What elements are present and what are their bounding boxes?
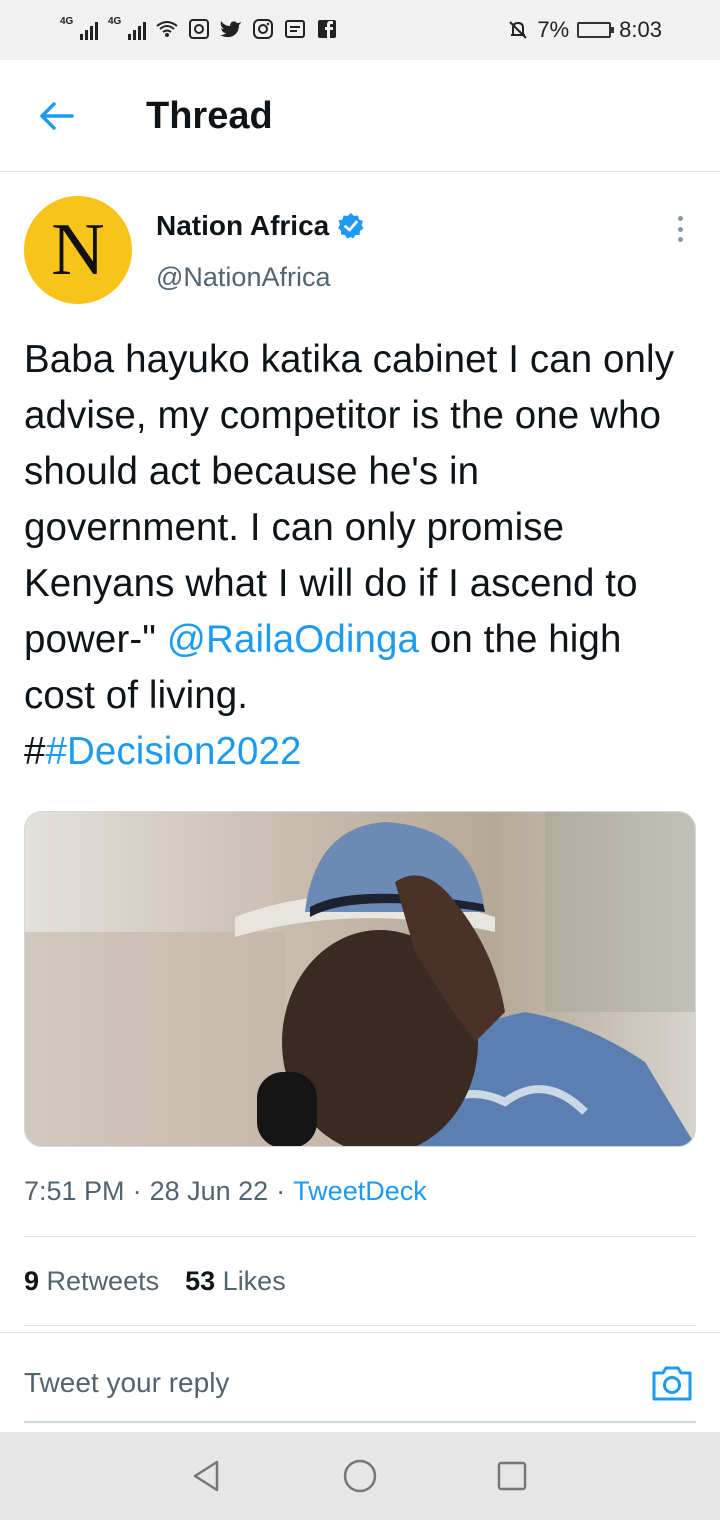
thread-header: Thread	[0, 60, 720, 172]
status-icons-right: 7% 8:03	[507, 17, 662, 43]
more-dot-icon	[677, 216, 683, 221]
more-options-button[interactable]	[666, 212, 694, 246]
instagram-notification-icon	[252, 18, 274, 40]
nav-home-icon	[343, 1459, 377, 1493]
divider	[24, 1325, 696, 1326]
battery-icon	[577, 22, 615, 38]
tweet-photo[interactable]	[24, 811, 696, 1147]
photo-illustration	[25, 812, 695, 1146]
hashtag-link[interactable]: #Decision2022	[46, 730, 302, 773]
reply-bar: Tweet your reply	[0, 1332, 720, 1432]
likes-label: Likes	[222, 1266, 286, 1296]
signal-icon-2: 4G	[108, 16, 146, 40]
retweets-count: 9	[24, 1266, 40, 1296]
divider	[24, 1236, 696, 1237]
status-icons-left: 4G 4G	[60, 16, 338, 40]
system-nav-bar	[0, 1432, 720, 1520]
tweet-date: 28 Jun 22	[149, 1176, 269, 1206]
network-type: 4G	[60, 16, 74, 27]
status-time: 8:03	[619, 17, 662, 42]
retweets-label: Retweets	[46, 1266, 160, 1296]
signal-icon: 4G	[60, 16, 98, 40]
author-name[interactable]: Nation Africa	[156, 210, 329, 242]
separator: ·	[276, 1176, 286, 1206]
back-button[interactable]	[36, 96, 76, 136]
mute-icon	[507, 19, 529, 41]
camera-icon[interactable]	[650, 1361, 694, 1405]
tweet-meta: 7:51 PM · 28 Jun 22 · TweetDeck	[24, 1176, 427, 1207]
status-bar: 4G 4G 7% 8:03	[0, 0, 720, 60]
nav-recents-button[interactable]	[492, 1456, 532, 1496]
more-dot-icon	[677, 237, 683, 242]
retweets-stat[interactable]: 9 Retweets	[24, 1266, 159, 1297]
avatar[interactable]: N	[24, 196, 132, 304]
tweet-text-part1: Baba hayuko katika cabinet I can only ad…	[24, 338, 675, 661]
author-handle[interactable]: @NationAfrica	[156, 262, 330, 293]
likes-count: 53	[185, 1266, 216, 1296]
verified-badge-icon	[338, 213, 364, 239]
nav-back-icon	[193, 1460, 219, 1492]
nav-back-button[interactable]	[186, 1456, 226, 1496]
mention-link[interactable]: @RailaOdinga	[167, 618, 419, 661]
reply-input[interactable]: Tweet your reply	[24, 1367, 229, 1399]
app-notification-icon	[188, 18, 210, 40]
likes-stat[interactable]: 53 Likes	[185, 1266, 286, 1297]
separator: ·	[132, 1176, 142, 1206]
tweet-text: Baba hayuko katika cabinet I can only ad…	[24, 332, 700, 780]
author-row: Nation Africa	[156, 210, 365, 242]
reply-input-underline	[24, 1421, 696, 1423]
battery-percent: 7%	[537, 17, 570, 42]
twitter-notification-icon	[220, 18, 242, 40]
page-title: Thread	[146, 95, 273, 137]
nav-recents-icon	[497, 1461, 527, 1491]
tweet-source-link[interactable]: TweetDeck	[293, 1176, 427, 1207]
hash-prefix: #	[24, 730, 46, 773]
nav-home-button[interactable]	[340, 1456, 380, 1496]
facebook-notification-icon	[316, 18, 338, 40]
network-type-2: 4G	[108, 16, 122, 27]
message-notification-icon	[284, 18, 306, 40]
tweet-stats: 9 Retweets 53 Likes	[24, 1266, 286, 1297]
wifi-icon	[156, 18, 178, 40]
more-dot-icon	[677, 226, 683, 232]
back-arrow-icon	[40, 102, 74, 130]
tweet-time: 7:51 PM	[24, 1176, 125, 1206]
